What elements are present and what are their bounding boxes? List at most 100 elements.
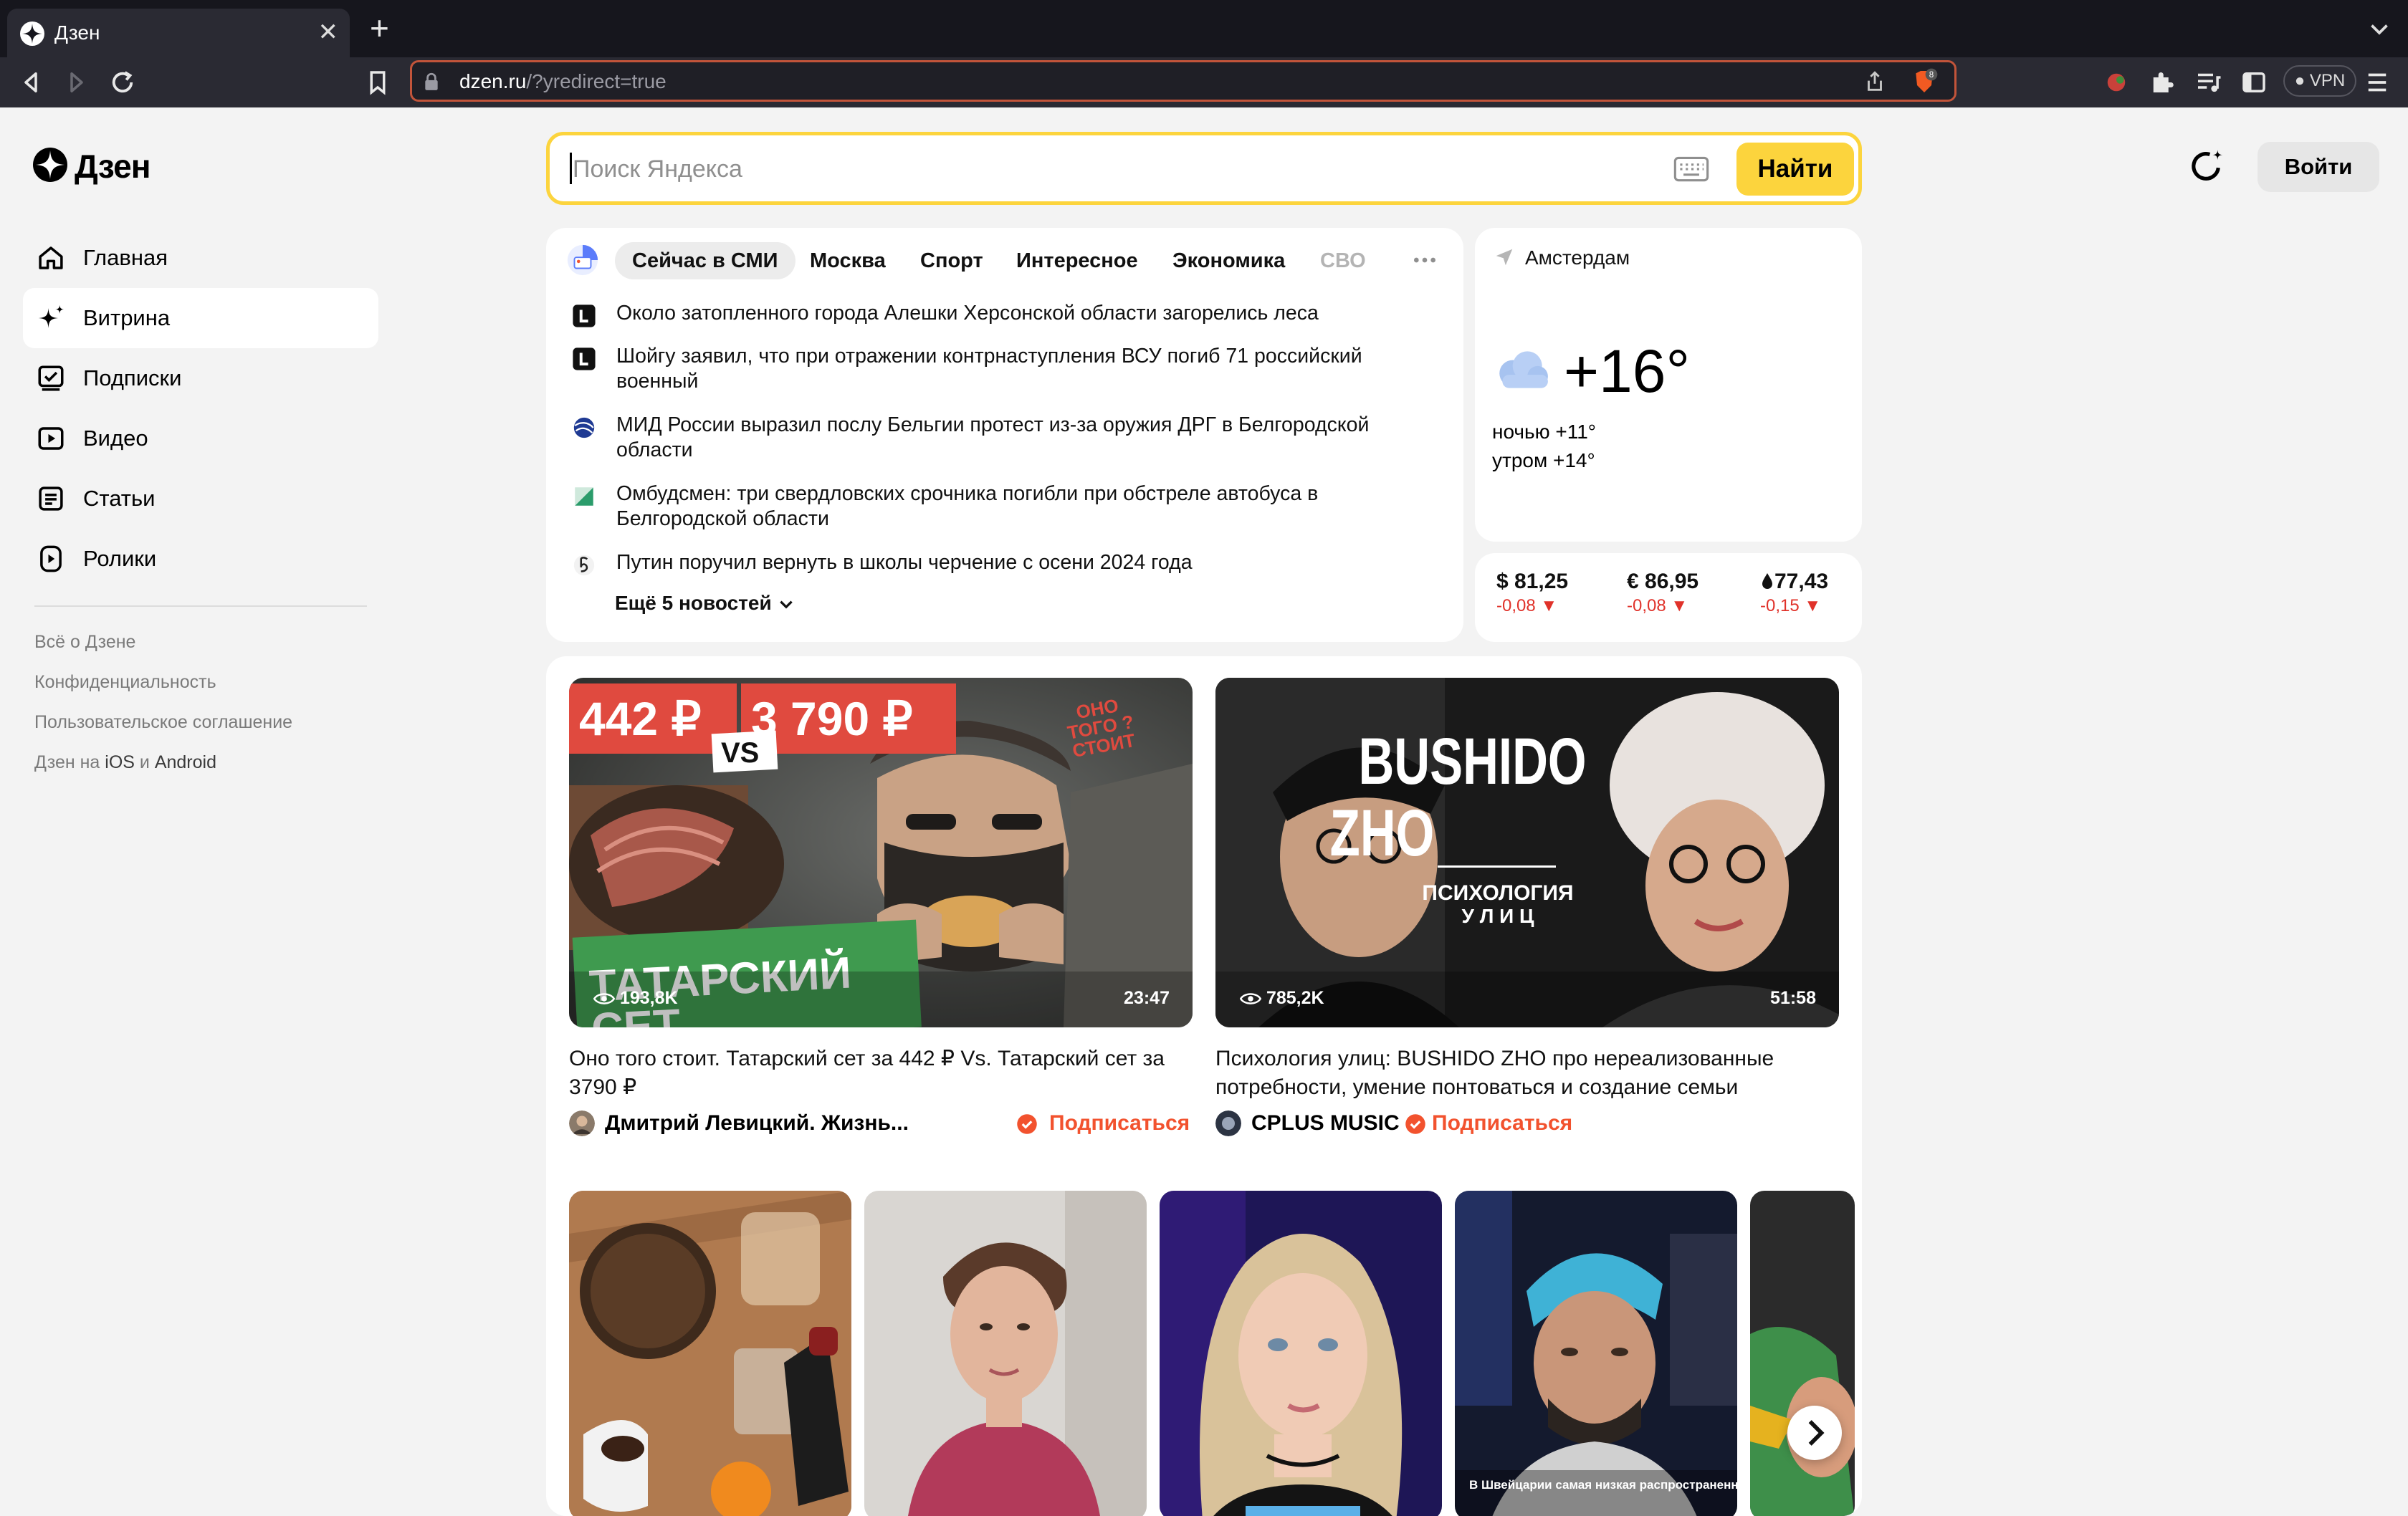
chevron-down-icon[interactable]: [2366, 16, 2392, 42]
subscribe-button[interactable]: Подписаться: [1432, 1109, 1572, 1138]
oil-rate: 77,43: [1760, 569, 1828, 595]
vpn-label: VPN: [2309, 71, 2346, 90]
sidebar-item-clips[interactable]: Ролики: [23, 529, 378, 589]
media-playlist-icon[interactable]: [2193, 67, 2223, 97]
sidebar-item-showcase[interactable]: Витрина: [23, 288, 378, 348]
reload-icon[interactable]: [108, 67, 138, 97]
ios-app-link[interactable]: iOS: [105, 752, 135, 772]
sidebar-item-subscriptions[interactable]: Подписки: [23, 348, 378, 408]
weather-widget[interactable]: Амстердам +16° ночью +11° утром +14°: [1475, 228, 1862, 542]
text-caret: [570, 153, 572, 184]
dzen-logo-icon: [33, 148, 67, 182]
rate-oil[interactable]: 77,43 -0,15 ▼: [1760, 569, 1828, 618]
new-tab-icon[interactable]: +: [370, 11, 389, 44]
weather-city: Амстердам: [1525, 246, 1630, 269]
channel-avatar[interactable]: [1215, 1110, 1241, 1136]
browser-tab[interactable]: Дзен ✕: [7, 9, 350, 57]
subscriptions-icon: [38, 365, 64, 391]
brave-shields-icon[interactable]: 8: [1910, 67, 1939, 96]
video-title[interactable]: Психология улиц: BUSHIDO ZHO про нереали…: [1215, 1045, 1839, 1102]
channel-avatar[interactable]: [569, 1110, 595, 1136]
weather-night: ночью +11°: [1492, 421, 1596, 443]
tab-sport[interactable]: Спорт: [920, 242, 983, 279]
eye-icon: [1239, 993, 1262, 1004]
tab-moscow[interactable]: Москва: [810, 242, 886, 279]
channel-name[interactable]: Дмитрий Левицкий. Жизнь...: [605, 1109, 909, 1138]
back-icon[interactable]: [16, 67, 46, 97]
lock-icon: [425, 72, 438, 90]
svg-text:ПСИХОЛОГИЯ: ПСИХОЛОГИЯ: [1422, 881, 1573, 905]
food-thumbnail-image: 442 ₽ 3 790 ₽ VS ОНО ТОГО ? СТОИТ ТАТАРС…: [569, 678, 1193, 1027]
sidebar-item-label: Статьи: [83, 486, 156, 511]
short-video-card[interactable]: [1750, 1191, 1855, 1516]
apps-prefix: Дзен на: [34, 752, 105, 772]
sidebar-item-label: Видео: [83, 426, 148, 451]
location-arrow-icon: [1496, 249, 1513, 266]
privacy-link[interactable]: Конфиденциальность: [34, 671, 216, 694]
sidebar-item-video[interactable]: Видео: [23, 408, 378, 469]
forward-icon[interactable]: [62, 67, 92, 97]
about-dzen-link[interactable]: Всё о Дзене: [34, 630, 135, 653]
tab-interesting[interactable]: Интересное: [1016, 242, 1138, 279]
shorts-next-button[interactable]: [1787, 1406, 1842, 1460]
tab-economy[interactable]: Экономика: [1172, 242, 1285, 279]
short-thumbnail-image: [1160, 1191, 1442, 1516]
search-box: Поиск Яндекса Найти: [546, 132, 1862, 205]
more-news-label: Ещё 5 новостей: [615, 592, 772, 614]
android-app-link[interactable]: Android: [155, 752, 216, 772]
refresh-feed-icon[interactable]: [2187, 148, 2225, 185]
dzen-favicon-icon: [20, 21, 44, 46]
search-input[interactable]: Поиск Яндекса: [573, 154, 742, 184]
view-count: 785,2K: [1239, 986, 1324, 1010]
tab-close-icon[interactable]: ✕: [318, 19, 339, 46]
short-video-card[interactable]: [1160, 1191, 1442, 1516]
svg-text:8: 8: [1929, 70, 1934, 80]
news-headline: МИД России выразил послу Бельгии протест…: [616, 413, 1370, 461]
short-video-card[interactable]: В Швейцарии самая низкая распространенно…: [1455, 1191, 1737, 1516]
channel-name[interactable]: CPLUS MUSIC: [1251, 1109, 1400, 1138]
view-count: 193,8K: [593, 986, 678, 1010]
apps-and: и: [134, 752, 155, 772]
short-video-card[interactable]: [864, 1191, 1147, 1516]
vpn-button[interactable]: ● VPN: [2283, 65, 2356, 97]
clips-icon: [40, 545, 62, 572]
more-tabs-icon[interactable]: [1410, 248, 1439, 272]
home-icon: [39, 246, 63, 269]
views-value: 785,2K: [1266, 988, 1324, 1008]
rate-eur[interactable]: € 86,95 -0,08 ▼: [1627, 569, 1698, 618]
terms-link[interactable]: Пользовательское соглашение: [34, 711, 292, 734]
search-button[interactable]: Найти: [1736, 143, 1854, 196]
sidebar-item-articles[interactable]: Статьи: [23, 469, 378, 529]
sidebar-item-label: Ролики: [83, 546, 157, 571]
svg-text:BUSHIDO: BUSHIDO: [1358, 724, 1586, 798]
bookmark-icon[interactable]: [363, 67, 393, 97]
tab-svo[interactable]: СВО: [1320, 242, 1366, 279]
browser-menu-icon[interactable]: [2362, 67, 2392, 97]
url-text: dzen.ru/?yredirect=true: [459, 68, 666, 95]
verified-icon: [1405, 1114, 1425, 1134]
extension-red-icon[interactable]: [2101, 67, 2131, 97]
more-news-button[interactable]: Ещё 5 новостей: [615, 590, 796, 616]
share-icon[interactable]: [1863, 69, 1887, 94]
channel-row: Дмитрий Левицкий. Жизнь... Подписаться: [569, 1108, 1193, 1139]
video-thumbnail[interactable]: 442 ₽ 3 790 ₽ VS ОНО ТОГО ? СТОИТ ТАТАРС…: [569, 678, 1193, 1027]
keyboard-icon[interactable]: [1673, 155, 1709, 183]
news-headline: Омбудсмен: три свердловских срочника пог…: [616, 482, 1319, 530]
weather-morning: утром +14°: [1492, 449, 1595, 471]
short-thumbnail-image: [864, 1191, 1147, 1516]
video-title[interactable]: Оно того стоит. Татарский сет за 442 ₽ V…: [569, 1045, 1193, 1102]
rate-usd[interactable]: $ 81,25 -0,08 ▼: [1496, 569, 1568, 618]
verified-icon: [1017, 1114, 1037, 1134]
sidebar-toggle-icon[interactable]: [2239, 67, 2269, 97]
short-video-card[interactable]: [569, 1191, 851, 1516]
sidebar-item-home[interactable]: Главная: [23, 228, 378, 288]
address-bar[interactable]: dzen.ru/?yredirect=true 8: [410, 60, 1956, 102]
extensions-puzzle-icon[interactable]: [2147, 67, 2177, 97]
news-headline: Около затопленного города Алешки Херсонс…: [616, 302, 1319, 325]
rate-value: € 86,95: [1627, 570, 1699, 593]
video-thumbnail[interactable]: BUSHIDO ZHO ПСИХОЛОГИЯ У Л И Ц 785,2K 51…: [1215, 678, 1839, 1027]
currency-rates: $ 81,25 -0,08 ▼ € 86,95 -0,08 ▼ 77,43 -0…: [1475, 553, 1862, 642]
subscribe-button[interactable]: Подписаться: [1049, 1109, 1190, 1138]
tab-now-in-media[interactable]: Сейчас в СМИ: [615, 242, 796, 279]
login-button[interactable]: Войти: [2258, 142, 2379, 192]
